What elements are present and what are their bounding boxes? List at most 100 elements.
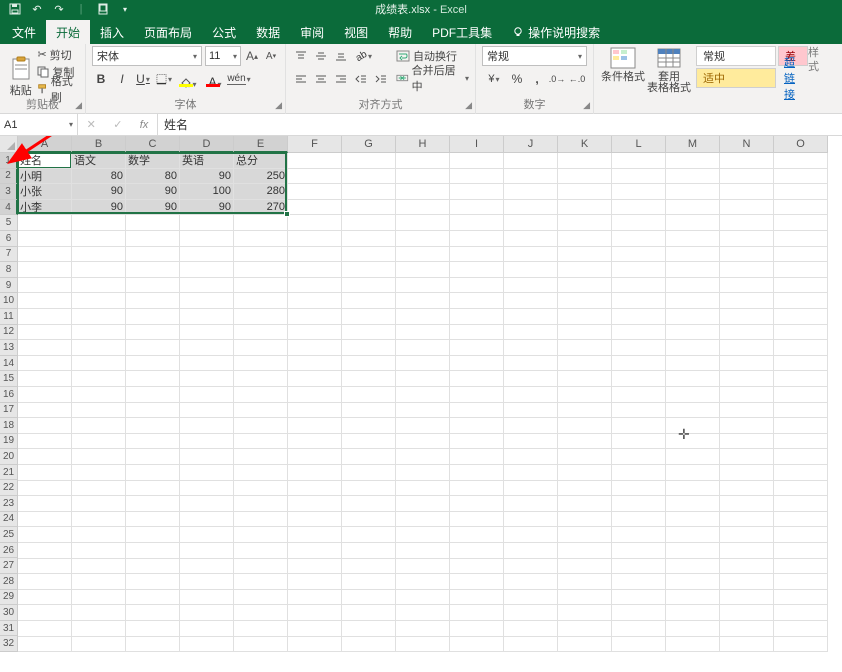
cell[interactable] <box>342 403 396 419</box>
cell[interactable] <box>612 465 666 481</box>
cell[interactable] <box>288 356 342 372</box>
cell[interactable] <box>288 231 342 247</box>
column-headers[interactable]: ABCDEFGHIJKLMNO <box>18 136 842 153</box>
cell[interactable] <box>180 574 234 590</box>
tab-help[interactable]: 帮助 <box>378 20 422 44</box>
cell[interactable] <box>612 418 666 434</box>
cell[interactable] <box>126 387 180 403</box>
row-header-21[interactable]: 21 <box>0 465 18 481</box>
cell[interactable] <box>234 449 288 465</box>
cell[interactable] <box>180 418 234 434</box>
cell[interactable] <box>558 153 612 169</box>
cell[interactable] <box>558 465 612 481</box>
cell[interactable] <box>666 481 720 497</box>
cell[interactable] <box>396 527 450 543</box>
cell[interactable]: 姓名 <box>18 153 72 169</box>
cell[interactable] <box>450 247 504 263</box>
cell[interactable] <box>450 496 504 512</box>
cell[interactable] <box>720 465 774 481</box>
cell[interactable] <box>396 262 450 278</box>
paste-button[interactable]: 粘贴 <box>6 46 35 98</box>
fill-color-button[interactable]: ▾ <box>176 69 200 89</box>
cell[interactable] <box>288 215 342 231</box>
font-name-combo[interactable]: 宋体▾ <box>92 46 202 66</box>
tab-data[interactable]: 数据 <box>246 20 290 44</box>
cell[interactable] <box>72 247 126 263</box>
cell[interactable] <box>396 543 450 559</box>
cell[interactable] <box>558 293 612 309</box>
col-header-N[interactable]: N <box>720 136 774 153</box>
row-header-13[interactable]: 13 <box>0 340 18 356</box>
cell[interactable] <box>396 387 450 403</box>
cell[interactable] <box>396 481 450 497</box>
cell[interactable] <box>396 418 450 434</box>
cell[interactable] <box>288 621 342 637</box>
cell[interactable] <box>504 527 558 543</box>
cell[interactable] <box>612 356 666 372</box>
cell[interactable] <box>180 621 234 637</box>
cell[interactable] <box>342 481 396 497</box>
percent-icon[interactable]: % <box>508 69 526 89</box>
cell[interactable] <box>558 543 612 559</box>
cell[interactable] <box>180 605 234 621</box>
cell[interactable] <box>18 325 72 341</box>
cell[interactable] <box>288 434 342 450</box>
font-color-button[interactable]: A▾ <box>203 69 227 89</box>
cell[interactable] <box>342 637 396 652</box>
cell[interactable] <box>450 403 504 419</box>
cell[interactable] <box>558 637 612 652</box>
cell[interactable] <box>612 527 666 543</box>
cell[interactable] <box>396 512 450 528</box>
cell[interactable] <box>18 574 72 590</box>
cell[interactable] <box>666 293 720 309</box>
cell[interactable] <box>342 605 396 621</box>
cell[interactable] <box>558 559 612 575</box>
cell[interactable] <box>666 340 720 356</box>
indent-decrease-icon[interactable] <box>352 69 370 89</box>
cells-area[interactable]: 姓名语文数学英语总分小明808090250小张9090100280小李90909… <box>18 153 842 652</box>
cell[interactable] <box>288 496 342 512</box>
cell[interactable] <box>342 340 396 356</box>
cell[interactable] <box>450 574 504 590</box>
cell[interactable] <box>450 231 504 247</box>
cell[interactable] <box>288 637 342 652</box>
cell[interactable] <box>72 574 126 590</box>
cell[interactable] <box>612 543 666 559</box>
cell[interactable] <box>666 169 720 185</box>
align-bottom-icon[interactable] <box>332 46 350 66</box>
cell[interactable] <box>126 278 180 294</box>
format-as-table-button[interactable]: 套用 表格格式 <box>646 46 692 114</box>
currency-icon[interactable]: ¥▾ <box>482 69 506 89</box>
cell[interactable] <box>774 340 828 356</box>
cell[interactable] <box>72 309 126 325</box>
row-header-24[interactable]: 24 <box>0 512 18 528</box>
cell[interactable] <box>234 621 288 637</box>
cell[interactable]: 80 <box>126 169 180 185</box>
cell[interactable] <box>180 481 234 497</box>
row-header-6[interactable]: 6 <box>0 231 18 247</box>
row-header-20[interactable]: 20 <box>0 449 18 465</box>
cell[interactable] <box>396 200 450 216</box>
cell[interactable] <box>288 262 342 278</box>
cell[interactable] <box>720 262 774 278</box>
cell[interactable] <box>396 231 450 247</box>
col-header-I[interactable]: I <box>450 136 504 153</box>
row-header-14[interactable]: 14 <box>0 356 18 372</box>
cell[interactable] <box>180 325 234 341</box>
row-header-9[interactable]: 9 <box>0 278 18 294</box>
cell[interactable] <box>450 278 504 294</box>
cell[interactable] <box>72 403 126 419</box>
cell[interactable] <box>504 621 558 637</box>
col-header-C[interactable]: C <box>126 136 180 153</box>
cell[interactable] <box>450 418 504 434</box>
cell[interactable] <box>18 247 72 263</box>
cell[interactable] <box>342 434 396 450</box>
cell[interactable] <box>720 278 774 294</box>
cell[interactable] <box>342 278 396 294</box>
row-header-28[interactable]: 28 <box>0 574 18 590</box>
cell[interactable] <box>288 340 342 356</box>
cell[interactable] <box>504 340 558 356</box>
cell[interactable] <box>18 496 72 512</box>
undo-icon[interactable]: ↶ <box>26 1 48 17</box>
cell[interactable] <box>126 512 180 528</box>
